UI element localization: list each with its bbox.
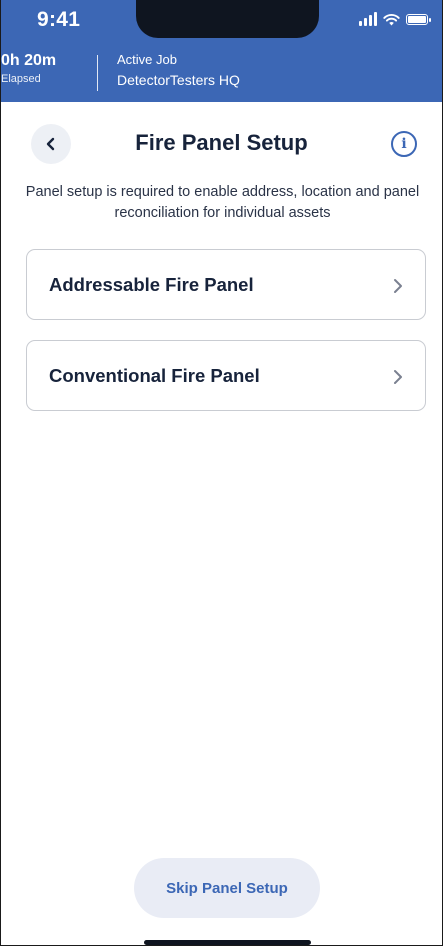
chevron-right-icon: [394, 279, 402, 293]
device-notch: [136, 0, 319, 38]
conventional-fire-panel-option[interactable]: Conventional Fire Panel: [26, 340, 426, 411]
elapsed-value: 0h 20m: [1, 52, 57, 69]
battery-icon: [406, 13, 431, 25]
active-job-site: DetectorTesters HQ: [117, 72, 240, 88]
chevron-right-icon: [394, 370, 402, 384]
elapsed-label: Elapsed: [1, 73, 41, 85]
skip-panel-setup-button[interactable]: Skip Panel Setup: [134, 858, 320, 918]
active-job-title: Active Job: [117, 52, 177, 67]
page-description: Panel setup is required to enable addres…: [25, 184, 420, 221]
app-screen: 9:41 0h 20m Elapsed Active Job DetectorT…: [0, 0, 443, 946]
signal-icon: [359, 12, 377, 26]
option-label: Addressable Fire Panel: [49, 274, 254, 295]
home-indicator[interactable]: [144, 940, 311, 945]
addressable-fire-panel-option[interactable]: Addressable Fire Panel: [26, 249, 426, 320]
header-divider: [97, 55, 98, 91]
page-title: Fire Panel Setup: [135, 130, 308, 155]
option-label: Conventional Fire Panel: [49, 365, 260, 386]
info-button[interactable]: i: [391, 131, 417, 157]
info-icon: i: [401, 136, 407, 152]
status-time: 9:41: [37, 8, 81, 31]
header-band: 9:41 0h 20m Elapsed Active Job DetectorT…: [1, 0, 442, 102]
wifi-icon: [383, 13, 400, 25]
status-icons: [359, 12, 431, 26]
